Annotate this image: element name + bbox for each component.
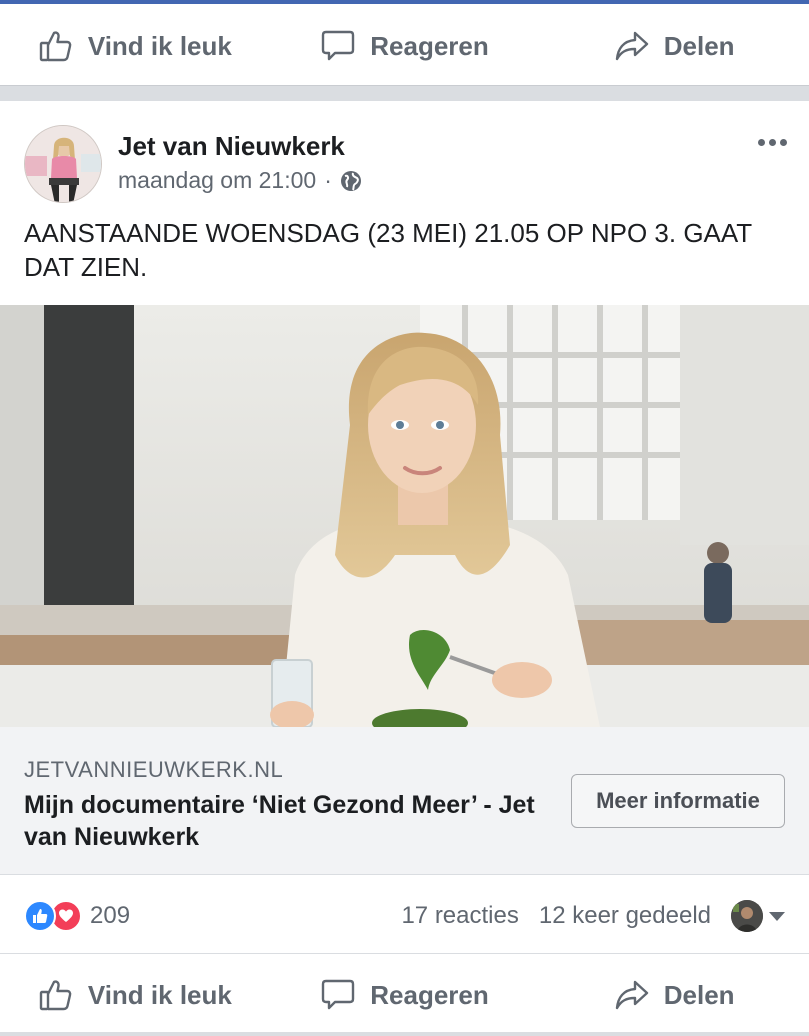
comment-bubble-icon — [322, 979, 355, 1010]
more-dots-icon — [758, 139, 765, 146]
preview-photo — [0, 305, 809, 727]
like-button[interactable]: Vind ik leuk — [0, 28, 270, 64]
comment-label: Reageren — [370, 30, 489, 61]
feed-divider — [0, 85, 809, 101]
globe-icon — [340, 170, 361, 191]
comment-label: Reageren — [370, 979, 489, 1010]
post-action-bar: Vind ik leuk Reageren Delen — [0, 955, 809, 1035]
avatar-photo — [25, 126, 101, 202]
chevron-down-icon[interactable] — [769, 911, 785, 921]
meta-separator: · — [324, 167, 332, 193]
reactions-summary[interactable]: 209 — [24, 900, 130, 932]
link-domain: JETVANNIEUWKERK.NL — [24, 757, 284, 782]
comment-bubble-icon — [322, 30, 355, 61]
like-label: Vind ik leuk — [87, 30, 232, 61]
like-label: Vind ik leuk — [87, 979, 232, 1010]
thumbs-up-icon — [39, 980, 72, 1011]
share-label: Delen — [663, 30, 735, 61]
post-stats: 209 17 reacties 12 keer gedeeld — [0, 876, 809, 954]
bottom-feed-divider — [0, 1032, 809, 1036]
shares-count[interactable]: 12 keer gedeeld — [539, 902, 711, 930]
post-header: Jet van Nieuwkerk maandag om 21:00 · — [0, 101, 809, 211]
engagement-summary: 17 reacties 12 keer gedeeld — [401, 900, 785, 932]
more-options-button[interactable] — [758, 139, 787, 146]
reactions-count: 209 — [90, 902, 131, 929]
share-label: Delen — [663, 979, 735, 1010]
thumbs-up-icon — [39, 31, 72, 62]
share-button[interactable]: Delen — [539, 28, 809, 64]
author-avatar[interactable] — [24, 125, 102, 203]
comments-count[interactable]: 17 reacties — [401, 902, 518, 930]
share-button[interactable]: Delen — [539, 977, 809, 1013]
like-button[interactable]: Vind ik leuk — [0, 977, 270, 1013]
comment-button[interactable]: Reageren — [270, 977, 540, 1013]
comment-button[interactable]: Reageren — [270, 28, 540, 64]
link-title: Mijn documentaire ‘Niet Gezond Meer’ - J… — [24, 791, 535, 851]
previous-post-action-bar: Vind ik leuk Reageren Delen — [0, 6, 809, 86]
author-name[interactable]: Jet van Nieuwkerk — [118, 131, 345, 162]
like-reaction-icon — [24, 900, 56, 932]
share-arrow-icon — [615, 980, 648, 1010]
link-preview-image[interactable] — [0, 305, 809, 727]
link-preview-footer[interactable]: JETVANNIEUWKERK.NL Mijn documentaire ‘Ni… — [0, 727, 809, 875]
more-info-button[interactable]: Meer informatie — [571, 774, 785, 828]
post-text: AANSTAANDE WOENSDAG (23 MEI) 21.05 OP NP… — [24, 218, 752, 282]
viewer-avatar[interactable] — [731, 900, 763, 932]
share-arrow-icon — [615, 31, 648, 61]
post-timestamp[interactable]: maandag om 21:00 — [118, 167, 316, 194]
post-meta: maandag om 21:00 · — [118, 167, 362, 194]
top-feed-strip — [0, 0, 809, 4]
